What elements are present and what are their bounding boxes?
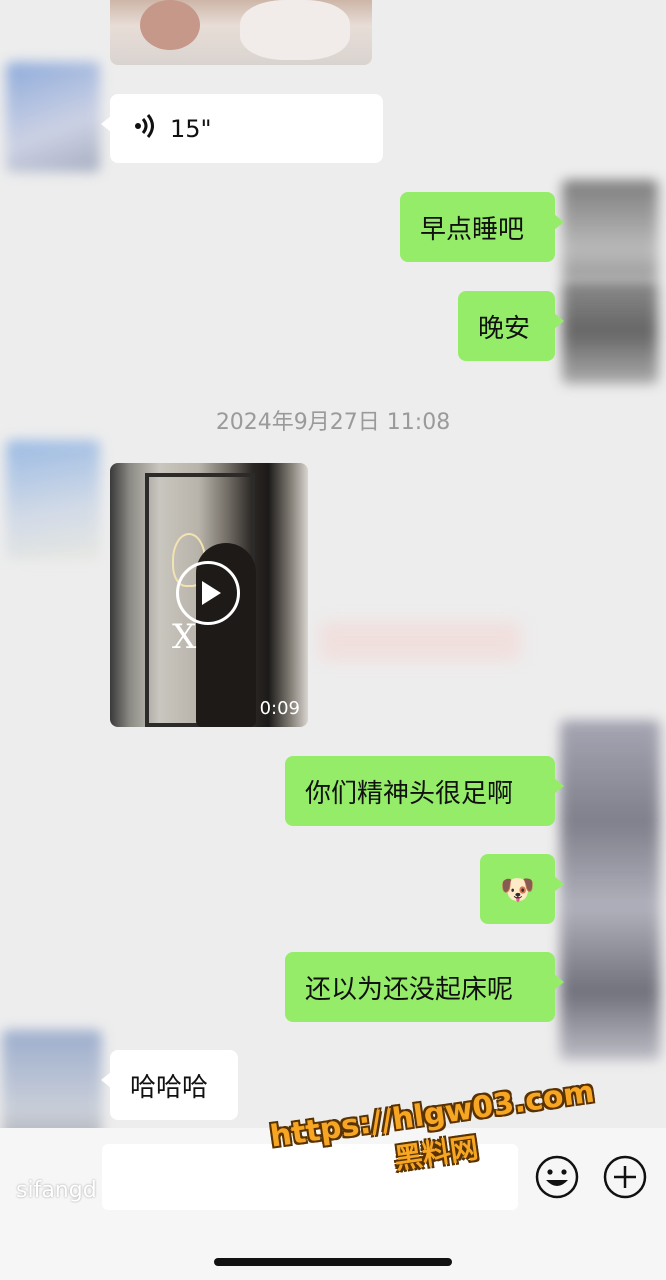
avatar[interactable] xyxy=(560,720,660,1060)
outgoing-message[interactable]: 晚安 xyxy=(458,291,564,361)
doge-emoji-icon: 🐶 xyxy=(500,872,535,906)
voice-wave-icon xyxy=(134,113,156,145)
outgoing-message[interactable]: 早点睡吧 xyxy=(400,192,564,262)
smiley-icon xyxy=(535,1155,579,1199)
play-button-icon[interactable] xyxy=(176,561,240,625)
video-duration: 0:09 xyxy=(259,698,300,719)
avatar[interactable] xyxy=(6,440,100,560)
incoming-message[interactable]: 哈哈哈 xyxy=(101,1050,238,1120)
outgoing-message[interactable]: 还以为还没起床呢 xyxy=(285,952,564,1022)
emoji-button[interactable] xyxy=(534,1154,580,1200)
avatar[interactable] xyxy=(6,62,100,172)
photo-detail xyxy=(140,0,200,50)
voice-message[interactable]: 15" xyxy=(101,94,383,163)
home-indicator xyxy=(214,1258,452,1266)
image-message-top[interactable] xyxy=(110,0,372,65)
more-plus-button[interactable] xyxy=(602,1154,648,1200)
photo-detail xyxy=(240,0,350,60)
video-message[interactable]: X 0:09 xyxy=(110,463,308,727)
message-text: 哈哈哈 xyxy=(130,1072,209,1103)
message-text: 你们精神头很足啊 xyxy=(305,778,514,809)
redaction-smear xyxy=(320,622,520,660)
message-text: 还以为还没起床呢 xyxy=(305,974,514,1005)
outgoing-message[interactable]: 你们精神头很足啊 xyxy=(285,756,564,826)
voice-duration: 15" xyxy=(170,114,212,143)
timestamp: 2024年9月27日 11:08 xyxy=(215,410,451,435)
avatar[interactable] xyxy=(562,180,658,280)
sifang-watermark: sifangd xyxy=(16,1178,97,1203)
video-overlay-letter: X xyxy=(172,617,197,657)
message-text: 早点睡吧 xyxy=(420,214,525,245)
plus-icon xyxy=(603,1155,647,1199)
outgoing-message[interactable]: 🐶 xyxy=(480,854,564,924)
avatar[interactable] xyxy=(562,280,658,384)
message-text: 晚安 xyxy=(478,313,531,344)
